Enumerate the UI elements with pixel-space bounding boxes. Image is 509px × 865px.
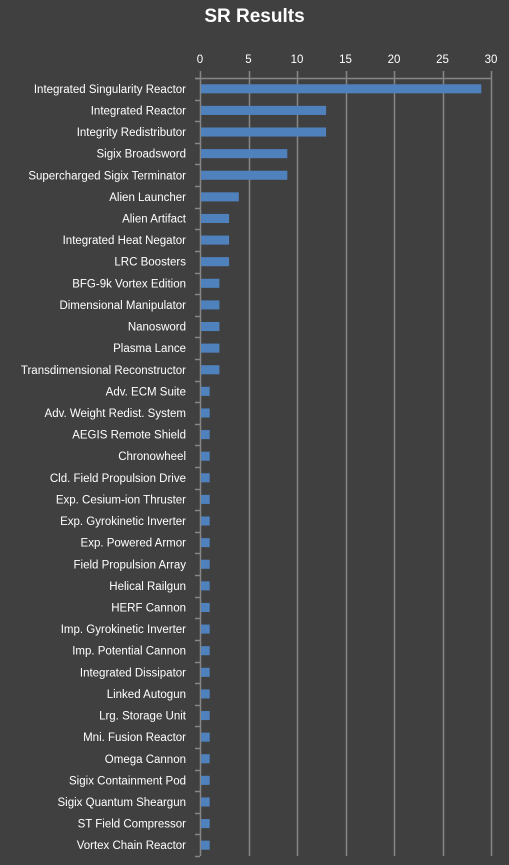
category-label: Supercharged Sigix Terminator [28,170,186,182]
bar [201,516,210,526]
bar [201,840,210,850]
category-label: Alien Launcher [109,192,186,204]
bar [201,170,288,180]
category-label: Omega Cannon [105,754,186,766]
category-label: Integrated Heat Negator [63,235,187,247]
x-tick-label: 25 [436,54,449,66]
bar [201,300,220,310]
bar [201,602,210,613]
bar [201,581,210,591]
category-label: Nanosword [128,322,186,334]
category-label: Adv. Weight Redist. System [45,408,186,420]
x-tick-label: 10 [291,54,304,66]
bar [201,365,220,375]
category-label: Imp. Potential Cannon [72,646,186,658]
bar [201,213,230,224]
category-label: Chronowheel [118,451,186,463]
category-label: Exp. Powered Armor [81,538,187,550]
category-label: Integrity Redistributor [77,127,186,139]
bar [201,819,210,829]
bar [201,473,210,483]
bar [201,408,210,418]
x-tick-label: 30 [485,54,498,66]
category-label: Helical Railgun [109,581,186,593]
category-label: Transdimensional Reconstructor [21,365,186,377]
bar [201,386,210,396]
bar [201,192,239,202]
category-label: Integrated Reactor [91,105,186,117]
category-label: Exp. Gyrokinetic Inverter [60,516,186,528]
bar [201,149,288,159]
category-label: Linked Autogun [107,689,186,701]
bar [201,278,220,288]
bar [201,689,210,699]
bar [201,235,230,245]
category-label: Adv. ECM Suite [106,386,186,398]
category-label: Cld. Field Propulsion Drive [50,473,186,485]
bar [201,732,210,742]
category-label: Lrg. Storage Unit [99,711,187,723]
bar [201,84,482,94]
category-label: Exp. Cesium-ion Thruster [56,494,186,506]
bar [201,494,210,504]
bar [201,451,210,461]
category-label: ST Field Compressor [78,819,187,831]
bar [201,105,327,115]
category-label: Sigix Containment Pod [69,775,186,787]
bar [201,538,210,548]
bar [201,624,210,634]
bar [201,343,220,353]
category-label: Integrated Dissipator [80,667,186,679]
bar [201,754,210,764]
bar [201,775,210,785]
x-tick-label: 20 [388,54,401,66]
bar [201,710,210,721]
category-label: Sigix Broadsword [97,149,186,161]
x-tick-label: 15 [339,54,352,66]
category-label: Sigix Quantum Sheargun [58,797,187,809]
category-label: Vortex Chain Reactor [77,840,186,852]
category-label: Alien Artifact [122,213,187,225]
category-label: LRC Boosters [114,257,186,269]
category-label: Mni. Fusion Reactor [83,732,186,744]
bar [201,646,210,656]
bar [201,430,210,440]
bar [201,797,210,807]
category-label: Dimensional Manipulator [59,300,186,312]
bar [201,127,327,137]
x-tick-label: 0 [197,54,203,66]
bar [201,257,230,267]
category-label: Field Propulsion Array [74,559,187,571]
category-label: Imp. Gyrokinetic Inverter [61,624,186,636]
bar-chart: 0 5 10 15 20 25 30 Integrated Singularity React… [21,54,498,858]
bar [201,667,210,677]
bar [201,321,220,332]
category-label: BFG-9k Vortex Edition [72,278,186,290]
category-label: Integrated Singularity Reactor [34,84,186,96]
x-tick-label: 5 [245,54,251,66]
category-label: AEGIS Remote Shield [72,430,186,442]
bar [201,559,210,569]
category-label: HERF Cannon [111,602,186,614]
category-label: Plasma Lance [113,343,186,355]
